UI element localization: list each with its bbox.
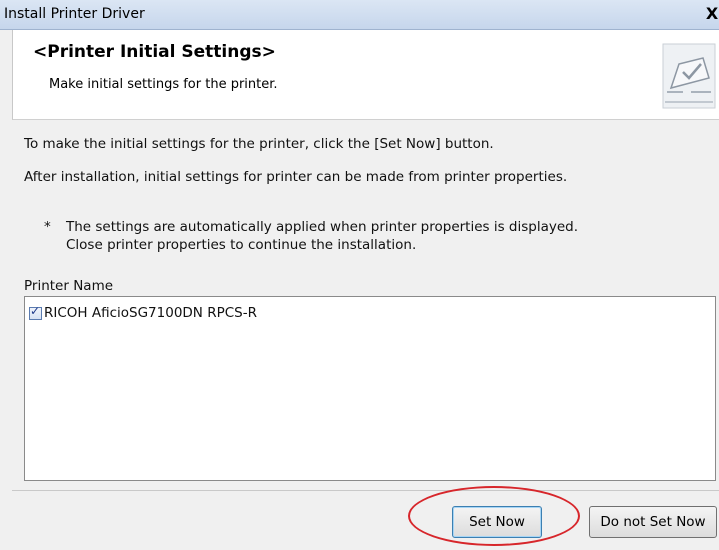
instruction-text: To make the initial settings for the pri…: [24, 136, 494, 152]
info-text: After installation, initial settings for…: [24, 169, 568, 185]
title-bar[interactable]: Install Printer Driver X: [0, 0, 719, 30]
note-text-1: The settings are automatically applied w…: [66, 219, 579, 235]
printer-settings-icon: [662, 43, 716, 109]
install-printer-driver-window: Install Printer Driver X <Printer Initia…: [0, 0, 719, 550]
set-now-button[interactable]: Set Now: [452, 506, 542, 538]
window-title: Install Printer Driver: [4, 6, 145, 22]
printer-list[interactable]: ✓ RICOH AficioSG7100DN RPCS-R: [24, 296, 716, 481]
do-not-set-now-button[interactable]: Do not Set Now: [589, 506, 717, 538]
page-title: <Printer Initial Settings>: [33, 42, 276, 62]
checkmark-icon: ✓: [30, 303, 41, 318]
list-item[interactable]: ✓ RICOH AficioSG7100DN RPCS-R: [29, 304, 257, 322]
header-panel: <Printer Initial Settings> Make initial …: [12, 30, 719, 120]
divider: [12, 490, 719, 491]
page-subtitle: Make initial settings for the printer.: [49, 77, 278, 92]
note-marker: *: [44, 219, 51, 235]
printer-name-label: Printer Name: [24, 278, 114, 294]
note-text-2: Close printer properties to continue the…: [66, 237, 417, 253]
close-icon[interactable]: X: [705, 3, 719, 25]
printer-checkbox[interactable]: ✓: [29, 303, 42, 320]
printer-name: RICOH AficioSG7100DN RPCS-R: [44, 305, 257, 321]
